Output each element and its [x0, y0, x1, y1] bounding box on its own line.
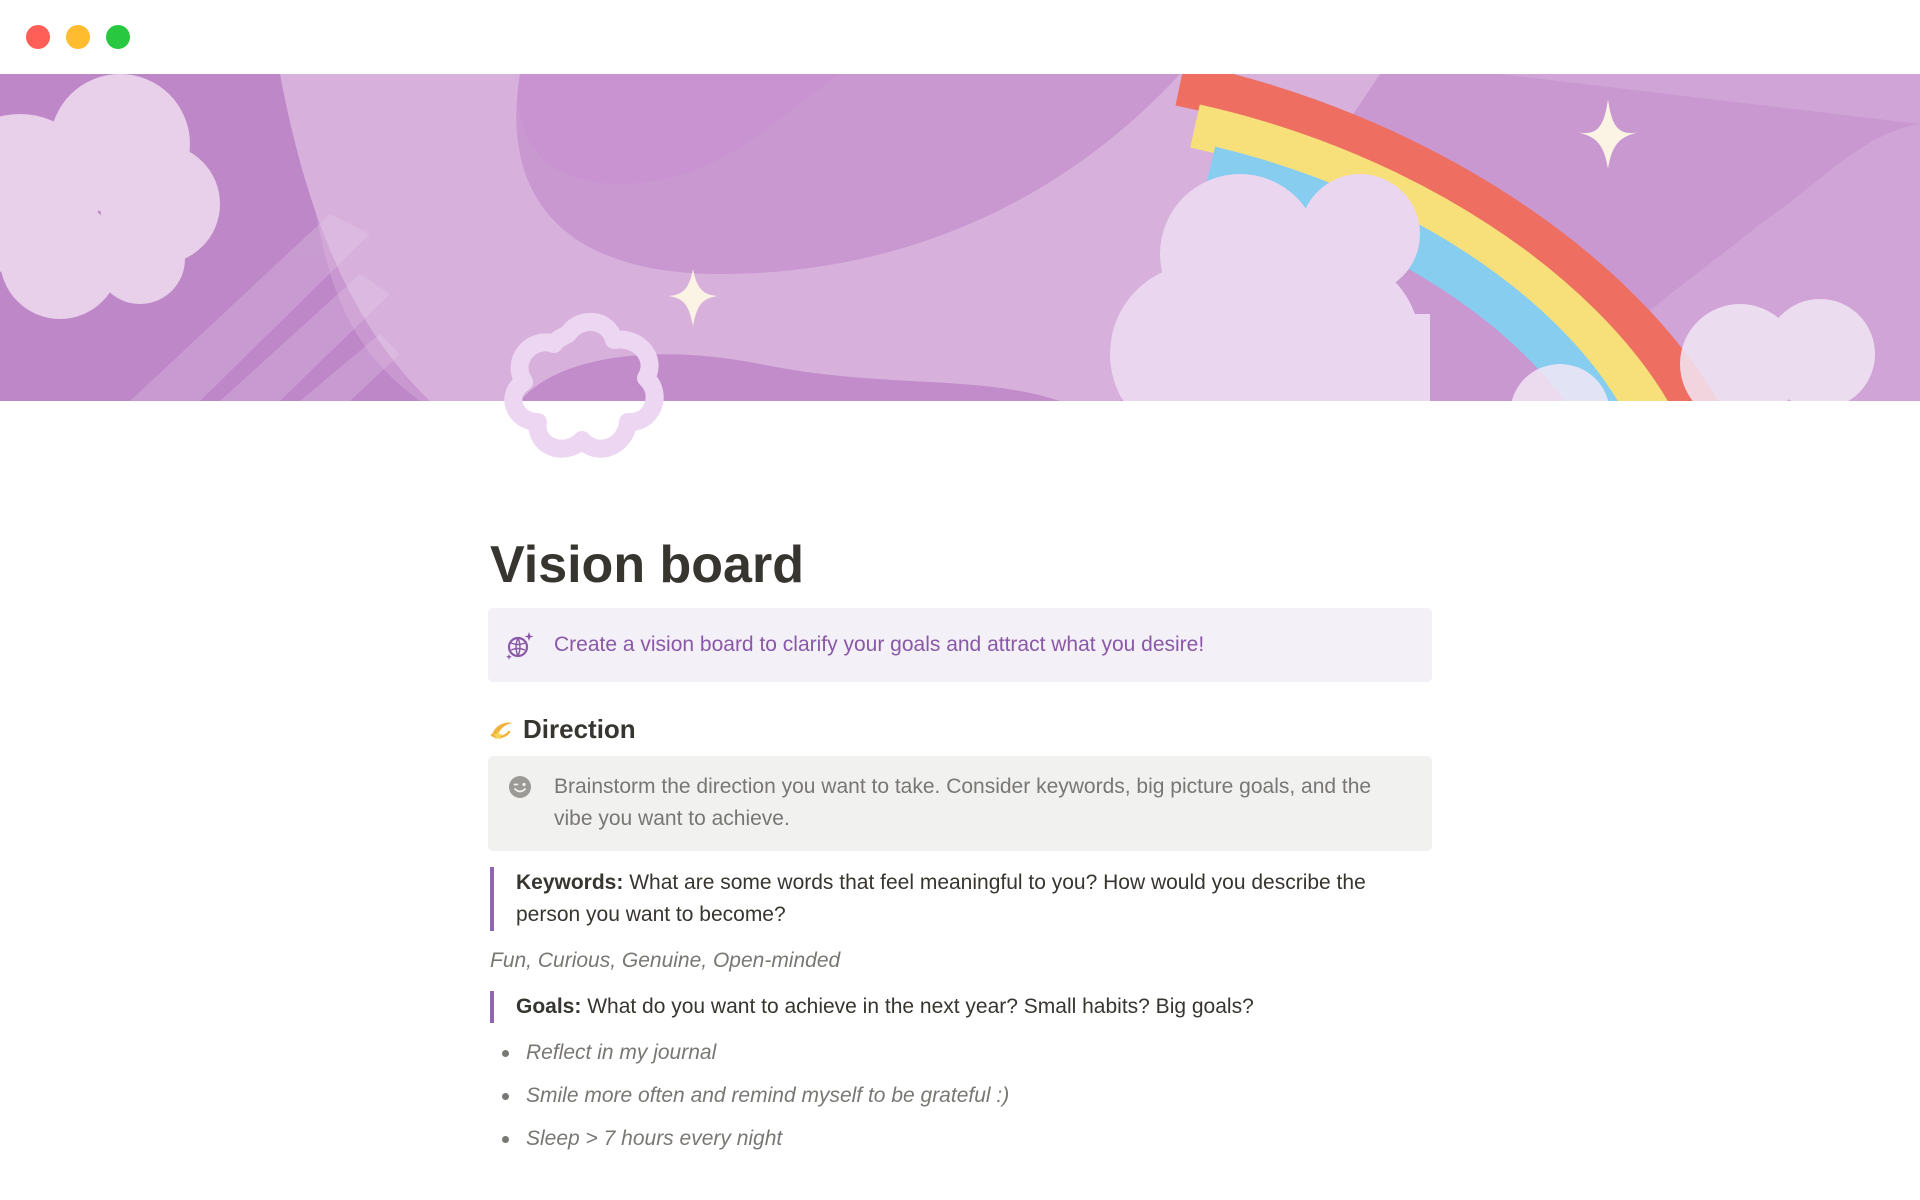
- list-item[interactable]: Reflect in my journal: [502, 1037, 1432, 1069]
- direction-heading-text: Direction: [523, 714, 636, 744]
- keywords-quote[interactable]: Keywords: What are some words that feel …: [490, 867, 1432, 931]
- direction-callout-text[interactable]: Brainstorm the direction you want to tak…: [554, 771, 1412, 835]
- goals-label: Goals:: [516, 995, 582, 1018]
- page-cover-image[interactable]: [0, 74, 1920, 401]
- cover-illustration: [0, 74, 1920, 401]
- window-titlebar: [0, 0, 1920, 74]
- page-title[interactable]: Vision board: [488, 530, 1432, 600]
- crystal-ball-sparkle-icon: [504, 629, 536, 661]
- bullet-icon: [502, 1136, 509, 1143]
- keywords-prompt: What are some words that feel meaningful…: [516, 871, 1366, 926]
- list-item[interactable]: Sleep > 7 hours every night: [502, 1123, 1432, 1155]
- list-item-text: Smile more often and remind myself to be…: [526, 1084, 1010, 1107]
- wink-face-icon: [504, 771, 536, 803]
- zoom-window-button[interactable]: [106, 25, 130, 49]
- dizzy-star-icon: [488, 714, 518, 744]
- direction-heading[interactable]: Direction: [488, 709, 1432, 749]
- keywords-label: Keywords:: [516, 871, 624, 894]
- goals-quote[interactable]: Goals: What do you want to achieve in th…: [490, 991, 1432, 1023]
- bullet-icon: [502, 1050, 509, 1057]
- intro-callout: Create a vision board to clarify your go…: [488, 608, 1432, 682]
- goals-list: Reflect in my journal Smile more often a…: [488, 1037, 1432, 1155]
- flower-outline-icon[interactable]: [498, 312, 670, 470]
- intro-callout-text[interactable]: Create a vision board to clarify your go…: [554, 629, 1204, 661]
- list-item[interactable]: Smile more often and remind myself to be…: [502, 1080, 1432, 1112]
- minimize-window-button[interactable]: [66, 25, 90, 49]
- close-window-button[interactable]: [26, 25, 50, 49]
- list-item-text: Reflect in my journal: [526, 1041, 717, 1064]
- list-item-text: Sleep > 7 hours every night: [526, 1127, 783, 1150]
- goals-prompt: What do you want to achieve in the next …: [581, 995, 1254, 1018]
- bullet-icon: [502, 1093, 509, 1100]
- direction-callout: Brainstorm the direction you want to tak…: [488, 756, 1432, 851]
- page-content: Vision board Create a vision board to cl…: [488, 530, 1432, 1166]
- keywords-answer[interactable]: Fun, Curious, Genuine, Open-minded: [488, 945, 1432, 977]
